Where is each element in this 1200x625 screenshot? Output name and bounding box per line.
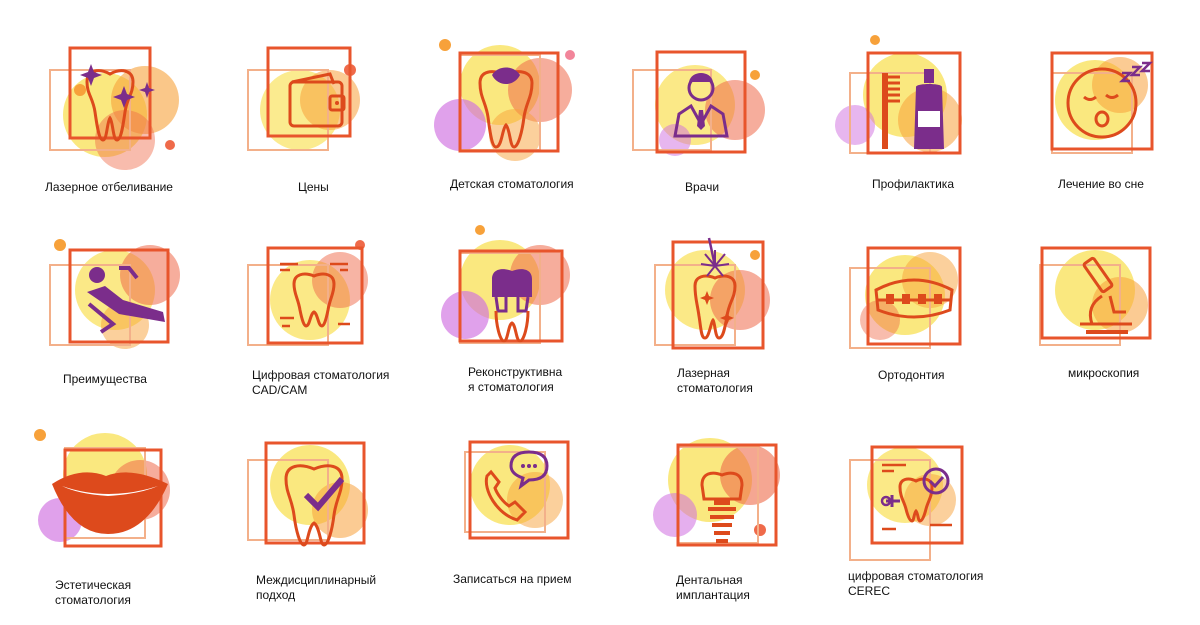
service-tile-laser-dentistry[interactable]: Лазерная стоматология [625, 220, 815, 410]
service-label: Цифровая стоматология CAD/CAM [252, 368, 390, 397]
service-label: Лечение во сне [1058, 177, 1144, 191]
paint-splash [470, 445, 563, 528]
tile-art [632, 50, 765, 156]
paint-splash [54, 239, 180, 349]
service-label: Реконструктивна я стоматология [468, 365, 563, 394]
paint-splash [653, 438, 780, 537]
service-label: Записаться на прием [453, 572, 572, 586]
service-label: Профилактика [872, 177, 954, 191]
service-label: Междисциплинарный подход [256, 573, 377, 602]
service-tile-microscopy[interactable]: микроскопия [1010, 220, 1200, 410]
paint-splash [434, 39, 575, 161]
service-tile-children[interactable]: Детская стоматология [420, 25, 610, 215]
service-label: Дентальная имплантация [676, 573, 750, 602]
paint-splash [270, 445, 368, 538]
tile-art [34, 429, 170, 548]
service-label: Врачи [685, 180, 720, 194]
service-tile-prevention[interactable]: Профилактика [820, 25, 1010, 215]
service-tile-sleep-treatment[interactable]: Лечение во сне [1010, 25, 1200, 215]
service-tile-cad-cam[interactable]: Цифровая стоматология CAD/CAM [230, 220, 420, 410]
service-tile-book-appointment[interactable]: Записаться на прием [425, 420, 615, 610]
tile-art [1039, 246, 1152, 346]
service-label: Лазерная стоматология [677, 366, 753, 395]
service-tile-laser-whitening[interactable]: Лазерное отбеливание [35, 30, 225, 220]
service-label: Цены [298, 180, 329, 194]
service-label: цифровая стоматология CEREC [848, 569, 984, 598]
service-label: микроскопия [1068, 366, 1140, 380]
paint-splash [867, 447, 956, 526]
service-tile-doctors[interactable]: Врачи [625, 30, 815, 220]
paint-splash [63, 66, 179, 170]
service-label: Преимущества [63, 372, 147, 386]
service-label: Эстетическая стоматология [55, 578, 132, 607]
service-label: Детская стоматология [450, 177, 574, 191]
service-tile-advantages[interactable]: Преимущества [35, 220, 225, 410]
service-tile-interdisciplinary[interactable]: Междисциплинарный подход [230, 415, 420, 605]
service-tile-cerec[interactable]: цифровая стоматология CEREC [820, 425, 1010, 615]
service-tile-reconstructive[interactable]: Реконструктивна я стоматология [420, 215, 610, 405]
service-label: Ортодонтия [878, 368, 945, 382]
service-tile-orthodontics[interactable]: Ортодонтия [820, 220, 1010, 410]
service-tile-prices[interactable]: Цены [230, 30, 420, 220]
service-tile-aesthetic[interactable]: Эстетическая стоматология [20, 410, 210, 607]
service-tile-implantation[interactable]: Дентальная имплантация [630, 415, 820, 605]
service-label: Лазерное отбеливание [45, 180, 173, 194]
